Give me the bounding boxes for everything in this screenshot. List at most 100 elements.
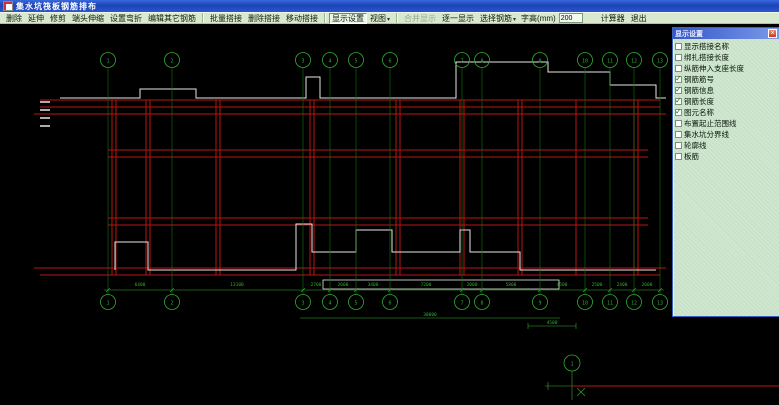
toolbar-button-exit[interactable]: 退出 [628,13,650,24]
svg-text:13100: 13100 [230,282,244,288]
svg-text:2: 2 [170,301,173,307]
toolbar-button-merge-display: 合并显示 [401,13,439,24]
svg-text:1: 1 [106,59,109,65]
svg-text:13: 13 [657,59,663,65]
svg-text:7: 7 [460,301,463,307]
title-bar[interactable]: 集水坑筏板钢筋排布 [0,0,779,12]
window-title: 集水坑筏板钢筋排布 [16,1,97,11]
panel-body: 显示搭接名称 绑扎搭接长度 纵筋伸入支座长度 钢筋筋号 钢筋信息 钢筋长度 图元… [673,39,779,162]
checkbox-icon [675,108,682,116]
svg-text:4: 4 [328,301,331,307]
svg-text:11: 11 [607,59,613,65]
cad-drawing[interactable]: 1 2 3 4 5 6 7 8 9 10 11 12 13 1 2 3 4 5 6 7 8 9 10 11 12 13 6400… [0,24,779,400]
checkbox-icon [675,75,682,83]
checkbox-icon [675,43,682,50]
svg-text:7200: 7200 [421,282,432,288]
panel-title: 显示设置 [675,30,703,38]
checkbox-icon [675,86,682,94]
svg-text:13: 13 [657,301,663,307]
svg-text:30000: 30000 [423,312,437,318]
svg-text:10: 10 [582,59,588,65]
toolbar-separator [396,13,399,23]
svg-text:1: 1 [570,362,573,368]
rebar-top-polyline [60,61,666,99]
checkbox-bar-anchor-length[interactable]: 纵筋伸入支座长度 [675,63,779,74]
checkbox-layout-range-line[interactable]: 布置起止范围线 [675,118,779,129]
toolbar-button-display-settings[interactable]: 显示设置 [329,12,367,24]
toolbar-button-move-lap[interactable]: 移动搭接 [283,13,321,24]
checkbox-rebar-length[interactable]: 钢筋长度 [675,96,779,107]
panel-title-bar[interactable]: 显示设置 [673,28,779,39]
svg-text:9: 9 [538,301,541,307]
toolbar-button-show-one-by-one[interactable]: 逐一显示 [439,13,477,24]
toolbar-button-end-adjust[interactable]: 端头伸缩 [69,13,107,24]
checkbox-sump-boundary-line[interactable]: 集水坑分界线 [675,129,779,140]
toolbar-button-trim[interactable]: 修剪 [47,13,69,24]
svg-text:4: 4 [328,59,331,65]
svg-text:2500: 2500 [592,282,603,288]
svg-text:1: 1 [106,301,109,307]
svg-text:5: 5 [354,59,357,65]
svg-text:3: 3 [301,301,304,307]
toolbar-button-edit-other-rebar[interactable]: 编辑其它钢筋 [145,13,199,24]
toolbar-button-delete[interactable]: 删除 [3,13,25,24]
rebar-bottom-polyline [114,223,656,271]
checkbox-element-name[interactable]: 图元名称 [675,107,779,118]
svg-text:2400: 2400 [617,282,628,288]
toolbar-button-set-bend[interactable]: 设置弯折 [107,13,145,24]
slab-outline-red [34,99,666,276]
svg-text:11: 11 [607,301,613,307]
close-icon[interactable] [768,29,777,38]
svg-text:8: 8 [480,301,483,307]
checkbox-rebar-info[interactable]: 钢筋信息 [675,85,779,96]
svg-text:6: 6 [388,59,391,65]
toolbar-button-select-rebar[interactable]: 选择钢筋 [477,13,519,24]
svg-text:10: 10 [582,301,588,307]
toolbar-button-calculator[interactable]: 计算器 [598,13,628,24]
checkbox-slab-rebar[interactable]: 板筋 [675,151,779,162]
svg-text:12: 12 [631,301,637,307]
toolbar-button-extend[interactable]: 延伸 [25,13,47,24]
checkbox-icon [675,97,682,105]
font-height-input[interactable] [558,13,583,23]
dimension-highlight-box [322,279,560,290]
svg-text:3400: 3400 [368,282,379,288]
toolbar-button-view-dropdown[interactable]: 视图 [367,13,393,24]
svg-text:5800: 5800 [506,282,517,288]
svg-text:3: 3 [301,59,304,65]
wall-lines-red [111,100,639,275]
checkbox-icon [675,142,682,149]
app-icon [3,1,13,11]
font-height-label: 字高(mm) [521,13,556,23]
checkbox-icon [675,65,682,72]
checkbox-icon [675,153,682,160]
toolbar: 删除 延伸 修剪 端头伸缩 设置弯折 编辑其它钢筋 批量搭接 删除搭接 移动搭接… [0,12,779,24]
checkbox-outline[interactable]: 轮廓线 [675,140,779,151]
toolbar-button-batch-lap[interactable]: 批量搭接 [207,13,245,24]
svg-text:9: 9 [538,59,541,65]
checkbox-tie-lap-length[interactable]: 绑扎搭接长度 [675,52,779,63]
svg-text:2600: 2600 [338,282,349,288]
checkbox-icon [675,120,682,127]
mini-axis-bubble: 1 [563,354,581,372]
display-settings-panel: 显示设置 显示搭接名称 绑扎搭接长度 纵筋伸入支座长度 钢筋筋号 钢筋信息 钢筋… [672,27,779,317]
toolbar-separator [324,13,326,23]
svg-text:5: 5 [354,301,357,307]
svg-text:2000: 2000 [467,282,478,288]
drawing-canvas[interactable]: 1 2 3 4 5 6 7 8 9 10 11 12 13 1 2 3 4 5 6 7 8 9 10 11 12 13 6400… [0,24,779,400]
toolbar-button-delete-lap[interactable]: 删除搭接 [245,13,283,24]
svg-text:4500: 4500 [547,320,558,326]
svg-text:6: 6 [388,301,391,307]
checkbox-icon [675,54,682,61]
svg-text:6400: 6400 [135,282,146,288]
toolbar-separator [202,13,204,23]
checkbox-rebar-number[interactable]: 钢筋筋号 [675,74,779,85]
svg-text:8: 8 [480,59,483,65]
checkbox-icon [675,131,682,138]
svg-text:4500: 4500 [557,282,568,288]
svg-text:12: 12 [631,59,637,65]
svg-text:2700: 2700 [311,282,322,288]
svg-text:2: 2 [170,59,173,65]
svg-text:2600: 2600 [642,282,653,288]
checkbox-show-lap-name[interactable]: 显示搭接名称 [675,41,779,52]
